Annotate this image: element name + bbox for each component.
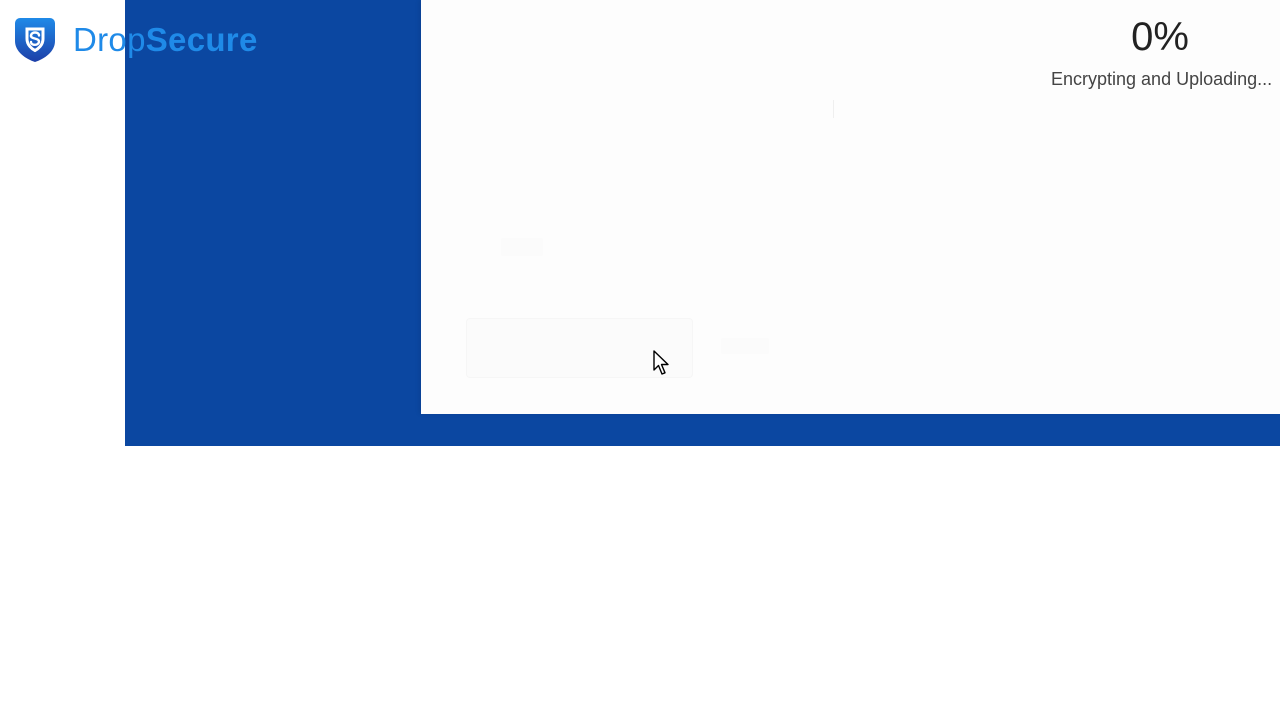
shield-icon bbox=[15, 18, 55, 62]
faded-form-label bbox=[501, 238, 543, 256]
upload-progress-card: 0% Encrypting and Uploading... bbox=[421, 0, 1280, 414]
progress-block: 0% bbox=[1040, 14, 1280, 60]
upload-status-text: Encrypting and Uploading... bbox=[1051, 69, 1273, 89]
brand-name-light: Drop bbox=[73, 21, 146, 58]
dropsecure-logo[interactable]: DropSecure bbox=[14, 17, 258, 63]
brand-name-bold: Secure bbox=[145, 21, 258, 58]
app-screen: DropSecure 0% Encrypting and Uploading..… bbox=[0, 0, 1280, 720]
upload-percent: 0% bbox=[1131, 15, 1189, 59]
faded-text-caret bbox=[833, 100, 834, 118]
brand-name: DropSecure bbox=[73, 17, 258, 63]
faded-link[interactable] bbox=[721, 338, 769, 354]
faded-action-button[interactable] bbox=[466, 318, 693, 378]
